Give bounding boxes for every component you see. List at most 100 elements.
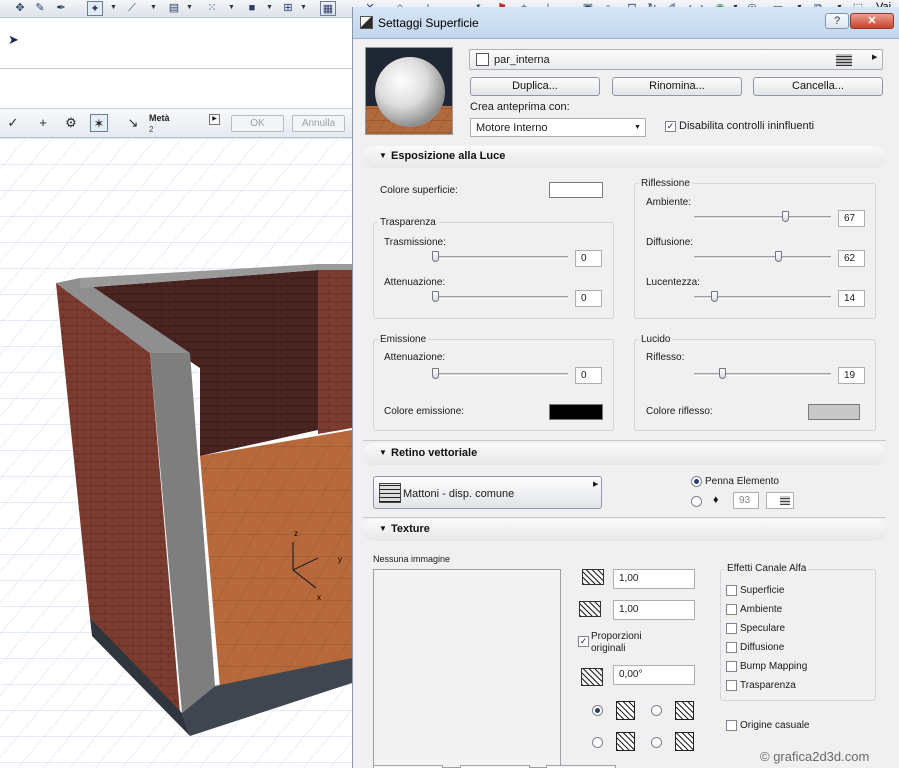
penna-elemento-radio[interactable]: [691, 476, 702, 487]
effetto-diffusione-label: Diffusione: [740, 642, 785, 653]
dialog-titlebar[interactable]: Settaggi Superficie ? ✕: [353, 7, 899, 39]
colore-emissione-swatch[interactable]: [549, 404, 603, 420]
texture-search-radio-2[interactable]: [651, 705, 662, 716]
render-engine-select[interactable]: Motore Interno ▼: [470, 118, 646, 137]
proporzioni-label-line2: originali: [591, 643, 626, 654]
zoom-icon[interactable]: ⊞: [280, 1, 296, 16]
chevron-down-icon[interactable]: ▼: [266, 4, 273, 11]
origine-casuale-checkbox[interactable]: [726, 720, 737, 731]
anteprima-label: Crea anteprima con:: [470, 101, 570, 113]
effetto-trasparenza-checkbox[interactable]: [726, 680, 737, 691]
riflesso-label: Riflesso:: [646, 352, 685, 363]
section-texture-header[interactable]: ▼ Texture: [363, 519, 886, 541]
attenuazione-emiss-slider-thumb[interactable]: [432, 368, 439, 379]
wand-snap-icon[interactable]: ✶: [90, 114, 108, 132]
rinomina-button[interactable]: Rinomina...: [612, 77, 742, 96]
diffusione-slider-thumb[interactable]: [775, 251, 782, 262]
check-icon[interactable]: ✓: [4, 114, 22, 132]
chevron-down-icon[interactable]: ▼: [150, 4, 157, 11]
texture-height-icon: [579, 601, 601, 617]
texture-search-radio-4[interactable]: [651, 737, 662, 748]
magic-wand-icon[interactable]: ✦: [87, 1, 103, 16]
effetto-ambiente-checkbox[interactable]: [726, 604, 737, 615]
annulla-button[interactable]: Annulla: [292, 115, 345, 132]
pen-icon[interactable]: ✒: [53, 1, 69, 16]
vector-pattern-button[interactable]: Mattoni - disp. comune ▶: [373, 476, 602, 509]
texture-search-radio-3[interactable]: [592, 737, 603, 748]
colore-superficie-label: Colore superficie:: [380, 185, 458, 196]
trasmissione-slider-track: [433, 256, 568, 259]
attenuazione-emiss-slider-track: [433, 373, 568, 376]
close-button[interactable]: ✕: [850, 13, 894, 29]
custom-pen-radio[interactable]: [691, 496, 702, 507]
gear-snap-icon[interactable]: ⚙: [62, 114, 80, 132]
ambiente-input[interactable]: 67: [838, 210, 865, 227]
line-tool-icon[interactable]: ↘: [124, 114, 142, 132]
3d-model-view: z y x: [0, 138, 352, 768]
trasmissione-slider-thumb[interactable]: [432, 251, 439, 262]
effetto-bump-checkbox[interactable]: [726, 661, 737, 672]
texture-search-radio-1[interactable]: [592, 705, 603, 716]
fill-icon[interactable]: ■: [244, 1, 260, 16]
section-luce-header[interactable]: ▼ Esposizione alla Luce: [363, 146, 886, 168]
attenuazione-trasp-slider-thumb[interactable]: [432, 291, 439, 302]
plus-snap-icon[interactable]: +: [34, 114, 52, 132]
pen-number-input[interactable]: 93: [733, 492, 759, 509]
attenuazione-emiss-label: Attenuazione:: [384, 352, 446, 363]
colore-emissione-label: Colore emissione:: [384, 406, 465, 417]
lucentezza-input[interactable]: 14: [838, 290, 865, 307]
layer-icon[interactable]: ▤: [166, 1, 182, 16]
effetto-superficie-label: Superficie: [740, 585, 785, 596]
disabilita-checkbox[interactable]: ✓: [665, 121, 676, 132]
select-tool-icon[interactable]: ✥: [12, 1, 28, 16]
proporzioni-checkbox[interactable]: ✓: [578, 636, 589, 647]
duplica-button[interactable]: Duplica...: [470, 77, 600, 96]
grid-snap-icon[interactable]: ⁙: [204, 1, 220, 16]
pen-color-swatch[interactable]: [766, 492, 794, 509]
effetto-speculare-checkbox[interactable]: [726, 623, 737, 634]
chevron-down-icon[interactable]: ▼: [186, 4, 193, 11]
diffusione-slider-track: [694, 256, 831, 259]
proporzioni-label-line1: Proporzioni: [591, 631, 642, 642]
ambiente-slider-thumb[interactable]: [782, 211, 789, 222]
3d-viewport[interactable]: z y x: [0, 138, 352, 768]
penna-elemento-label: Penna Elemento: [705, 476, 779, 487]
texture-angle-input[interactable]: 0,00°: [613, 665, 695, 685]
section-retino-header[interactable]: ▼ Retino vettoriale: [363, 443, 886, 465]
attenuazione-emiss-input[interactable]: 0: [575, 367, 602, 384]
lucentezza-slider-thumb[interactable]: [711, 291, 718, 302]
diffusione-input[interactable]: 62: [838, 250, 865, 267]
arrow-tool-icon[interactable]: ➤: [8, 32, 19, 48]
effetto-superficie-checkbox[interactable]: [726, 585, 737, 596]
texture-width-input[interactable]: 1,00: [613, 569, 695, 589]
riflesso-slider-thumb[interactable]: [719, 368, 726, 379]
surface-selector[interactable]: par_interna ▶: [469, 49, 883, 70]
help-button[interactable]: ?: [825, 13, 849, 29]
effetto-diffusione-checkbox[interactable]: [726, 642, 737, 653]
eyedropper-icon[interactable]: ✎: [32, 1, 48, 16]
ok-button[interactable]: OK: [231, 115, 284, 132]
chevron-down-icon: ▼: [634, 124, 641, 131]
chevron-down-icon[interactable]: ▼: [228, 4, 235, 11]
chevron-right-icon: ▶: [593, 481, 599, 488]
meta-label: Metà: [149, 113, 170, 123]
colore-riflesso-swatch[interactable]: [808, 404, 860, 420]
surface-settings-dialog: Settaggi Superficie ? ✕ par_interna ▶ Du…: [352, 7, 899, 768]
texture-image-box[interactable]: [373, 569, 561, 768]
attenuazione-trasp-input[interactable]: 0: [575, 290, 602, 307]
dialog-title: Settaggi Superficie: [378, 16, 479, 30]
texture-search-icon-3: [616, 732, 635, 751]
colore-superficie-swatch[interactable]: [549, 182, 603, 198]
texture-height-input[interactable]: 1,00: [613, 600, 695, 620]
cancella-button[interactable]: Cancella...: [753, 77, 883, 96]
toolbox-row: ➤: [0, 19, 352, 69]
snap-icon[interactable]: ⟋: [124, 1, 140, 16]
texture-search-icon-2: [675, 701, 694, 720]
chevron-down-icon[interactable]: ▼: [300, 4, 307, 11]
chevron-down-icon[interactable]: ▼: [110, 4, 117, 11]
riflesso-input[interactable]: 19: [838, 367, 865, 384]
section-divider: [363, 517, 886, 518]
settings-icon[interactable]: ▦: [320, 1, 336, 16]
play-triangle-icon[interactable]: ▶: [209, 114, 220, 125]
trasmissione-input[interactable]: 0: [575, 250, 602, 267]
